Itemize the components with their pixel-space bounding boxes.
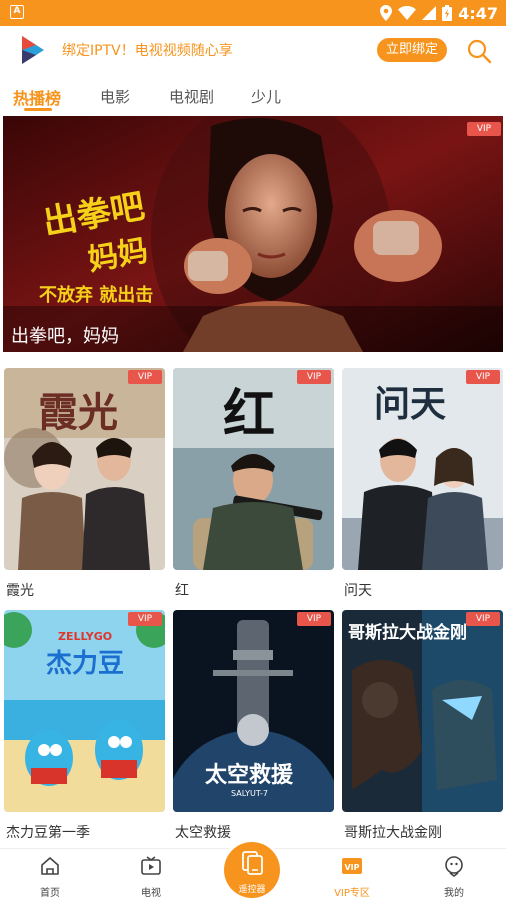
nav-mine[interactable]: 我的	[424, 855, 484, 899]
video-card[interactable]: ZELLYGO 杰力豆 VIP 杰力豆第一季	[4, 610, 165, 841]
poster-image: 霞光	[4, 368, 165, 570]
nav-tv[interactable]: 电视	[121, 855, 181, 899]
nav-vip-label: VIP专区	[334, 888, 370, 899]
poster-image: ZELLYGO 杰力豆	[4, 610, 165, 812]
nav-tv-label: 电视	[141, 888, 161, 899]
poster-image: 问天	[342, 368, 503, 570]
card-title: 哥斯拉大战金刚	[344, 825, 442, 841]
vip-badge: VIP	[467, 122, 501, 136]
header-slogan[interactable]: 绑定IPTV！电视视频随心享	[62, 40, 233, 60]
wifi-icon	[398, 6, 417, 20]
poster-title-art: 问天	[374, 384, 446, 425]
vip-badge: VIP	[297, 612, 331, 626]
app-logo-icon	[22, 36, 44, 64]
card-title: 杰力豆第一季	[6, 825, 90, 841]
poster-image: 哥斯拉大战金刚	[342, 610, 503, 812]
poster-title-art: 杰力豆	[46, 649, 124, 679]
location-icon	[380, 5, 393, 21]
bind-now-button[interactable]: 立即绑定	[377, 38, 447, 62]
category-tabs: 热播榜 电影 电视剧 少儿	[0, 74, 506, 116]
video-card[interactable]: 问天 VIP 问天	[342, 368, 503, 599]
card-title: 问天	[344, 583, 372, 599]
nav-home[interactable]: 首页	[20, 855, 80, 899]
nav-home-label: 首页	[40, 888, 60, 899]
video-card[interactable]: 太空救援 SALYUT-7 VIP 太空救援	[173, 610, 334, 841]
remote-control-button[interactable]: 遥控器	[224, 842, 280, 898]
featured-banner[interactable]: 出拳吧 妈妈 不放弃 就出击 VIP 出拳吧，妈妈	[3, 116, 503, 352]
battery-icon	[442, 5, 453, 21]
poster-subtitle-art: SALYUT-7	[231, 789, 268, 798]
video-card[interactable]: 红 VIP 红	[173, 368, 334, 599]
search-icon[interactable]	[466, 38, 492, 64]
status-icons: 4:47	[380, 3, 498, 23]
poster-brand-art: ZELLYGO	[58, 630, 112, 643]
vip-badge: VIP	[128, 612, 162, 626]
poster-title-art: 哥斯拉大战金刚	[348, 622, 467, 643]
video-card[interactable]: 哥斯拉大战金刚 VIP 哥斯拉大战金刚	[342, 610, 503, 841]
poster-title-art: 霞光	[38, 389, 118, 436]
nav-vip[interactable]: VIP VIP专区	[322, 855, 382, 899]
remote-icon	[242, 851, 263, 875]
poster-title-art: 红	[223, 385, 275, 445]
tv-icon	[141, 856, 161, 875]
notification-icon: A	[10, 5, 24, 19]
status-bar: A 4:47	[0, 0, 506, 26]
active-tab-indicator	[24, 108, 52, 111]
card-title: 红	[175, 583, 189, 599]
tab-hot[interactable]: 热播榜	[13, 85, 61, 109]
tab-tv-series[interactable]: 电视剧	[169, 86, 214, 107]
tab-movies[interactable]: 电影	[100, 86, 130, 107]
poster-title-art: 太空救援	[205, 762, 294, 788]
banner-art-tagline: 不放弃 就出击	[39, 284, 153, 306]
vip-badge: VIP	[297, 370, 331, 384]
user-icon	[445, 856, 463, 877]
poster-image: 太空救援 SALYUT-7	[173, 610, 334, 812]
card-title: 霞光	[6, 583, 34, 599]
tab-kids[interactable]: 少儿	[251, 86, 281, 107]
clock: 4:47	[458, 3, 498, 23]
vip-badge: VIP	[466, 612, 500, 626]
vip-badge: VIP	[128, 370, 162, 384]
nav-mine-label: 我的	[444, 888, 464, 899]
app-header: 绑定IPTV！电视视频随心享 立即绑定	[0, 26, 506, 74]
card-title: 太空救援	[175, 825, 231, 841]
poster-image: 红	[173, 368, 334, 570]
signal-icon	[422, 6, 437, 20]
home-icon	[41, 857, 59, 875]
video-card[interactable]: 霞光 VIP 霞光	[4, 368, 165, 599]
remote-label: 遥控器	[238, 885, 266, 895]
vip-icon: VIP	[342, 858, 362, 874]
nav-vip-icon-text: VIP	[344, 863, 359, 872]
banner-poster-art: 出拳吧 妈妈 不放弃 就出击	[3, 116, 503, 352]
banner-caption: 出拳吧，妈妈	[11, 326, 119, 347]
vip-badge: VIP	[466, 370, 500, 384]
